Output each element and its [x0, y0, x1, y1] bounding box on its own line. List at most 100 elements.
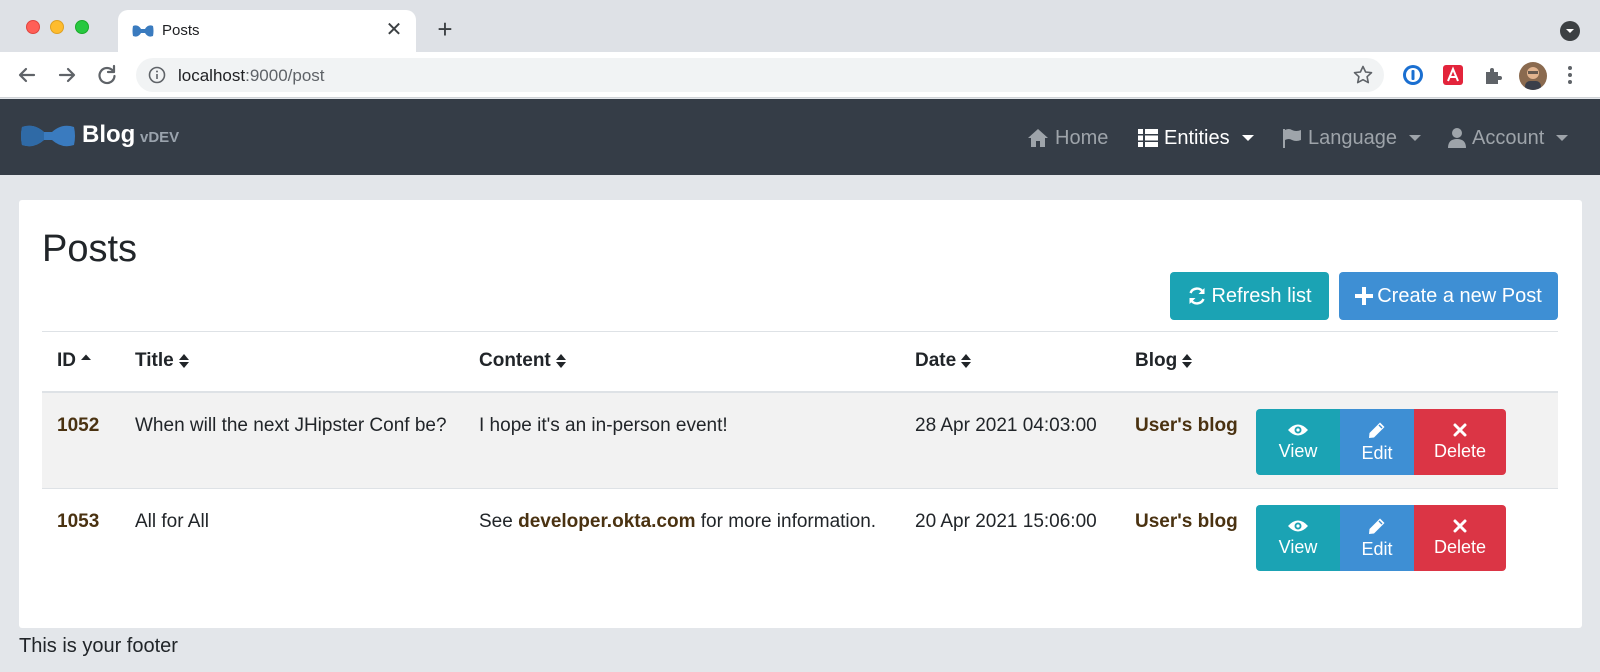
eye-icon [1288, 520, 1308, 532]
row-actions: View Edit Delete [1256, 408, 1558, 475]
maximize-window-button[interactable] [75, 20, 89, 34]
new-tab-icon[interactable]: + [431, 16, 459, 44]
reload-icon[interactable] [94, 62, 120, 88]
posts-table: ID Title Content Date Blog 1052 When wil… [42, 331, 1558, 586]
post-blog-link[interactable]: User's blog [1135, 415, 1238, 436]
nav-language[interactable]: Language [1282, 125, 1421, 151]
post-id-link[interactable]: 1052 [57, 415, 99, 436]
edit-label: Edit [1361, 442, 1393, 463]
create-post-button[interactable]: Create a new Post [1339, 272, 1558, 320]
post-content-text: I hope it's an in-person event! [479, 414, 728, 436]
column-header-content[interactable]: Content [464, 331, 900, 393]
bowtie-favicon-icon [132, 25, 154, 37]
refresh-list-button[interactable]: Refresh list [1170, 272, 1329, 320]
browser-toolbar: localhost:9000/post [0, 52, 1600, 98]
column-header-label: Content [479, 350, 551, 372]
column-header-title[interactable]: Title [120, 331, 464, 393]
sync-icon [1189, 287, 1206, 305]
app-navbar: Blog vDEV Home Entities Language Account [0, 99, 1600, 175]
tab-search-icon[interactable] [1560, 21, 1580, 41]
sort-icon [555, 354, 566, 369]
nav-account[interactable]: Account [1448, 125, 1569, 151]
post-content-link[interactable]: developer.okta.com [518, 511, 695, 532]
red-extension-icon[interactable] [1442, 64, 1464, 86]
times-icon [1453, 423, 1467, 436]
bookmark-star-icon[interactable] [1352, 64, 1374, 86]
chevron-down-icon [1241, 135, 1254, 141]
column-header-actions [1256, 331, 1558, 393]
tab-title: Posts [162, 22, 200, 39]
url-host: localhost [178, 66, 246, 85]
view-button[interactable]: View [1256, 408, 1340, 475]
bowtie-logo-icon[interactable] [20, 123, 76, 149]
table-row: 1052 When will the next JHipster Conf be… [42, 391, 1558, 489]
eye-icon [1288, 424, 1308, 435]
page-footer: This is your footer [19, 635, 178, 657]
post-content-text: See [479, 511, 519, 532]
view-label: View [1278, 440, 1318, 461]
nav-entities[interactable]: Entities [1138, 125, 1254, 151]
column-header-label: Title [135, 350, 174, 372]
brand-title[interactable]: Blog [82, 121, 135, 149]
posts-card: Posts Refresh list Create a new Post ID … [19, 200, 1582, 628]
post-date: 28 Apr 2021 04:03:00 [915, 414, 1097, 436]
sort-icon [1182, 354, 1193, 369]
sort-up-icon [81, 354, 91, 361]
chevron-down-icon [1408, 135, 1421, 141]
browser-tabstrip: Posts ✕ + [0, 0, 1600, 52]
page-title: Posts [42, 228, 138, 270]
edit-button[interactable]: Edit [1340, 505, 1414, 571]
password-manager-extension-icon[interactable] [1402, 64, 1424, 86]
tab-close-icon[interactable]: ✕ [382, 18, 406, 42]
profile-avatar[interactable] [1519, 62, 1547, 90]
back-arrow-icon[interactable] [14, 62, 40, 88]
post-title: All for All [135, 511, 209, 532]
table-header-row: ID Title Content Date Blog [42, 331, 1558, 393]
post-id-link[interactable]: 1053 [57, 511, 99, 532]
chevron-down-icon [1556, 135, 1569, 141]
delete-label: Delete [1433, 440, 1487, 461]
nav-home-label: Home [1055, 126, 1109, 149]
pencil-icon [1369, 422, 1385, 438]
column-header-label: Blog [1135, 350, 1178, 372]
browser-tab[interactable]: Posts ✕ [118, 10, 416, 52]
url-path: :9000/post [245, 66, 325, 85]
nav-entities-label: Entities [1164, 126, 1230, 149]
site-info-icon[interactable] [148, 66, 166, 84]
address-bar[interactable]: localhost:9000/post [136, 58, 1384, 92]
row-actions: View Edit Delete [1256, 505, 1558, 571]
post-content: I hope it's an in-person event! [479, 415, 728, 436]
url-text: localhost:9000/post [178, 66, 325, 86]
sort-icon [178, 354, 189, 369]
create-post-label: Create a new Post [1377, 284, 1542, 307]
column-header-date[interactable]: Date [900, 331, 1120, 393]
extensions-puzzle-icon[interactable] [1482, 64, 1504, 86]
flag-icon [1283, 129, 1301, 148]
times-icon [1453, 519, 1467, 533]
column-header-id[interactable]: ID [42, 331, 120, 393]
user-icon [1448, 128, 1466, 148]
post-content-text-after: for more information. [695, 511, 877, 532]
minimize-window-button[interactable] [50, 20, 64, 34]
edit-button[interactable]: Edit [1340, 408, 1414, 475]
delete-button[interactable]: Delete [1414, 505, 1506, 571]
post-title: When will the next JHipster Conf be? [135, 414, 447, 436]
close-window-button[interactable] [26, 20, 40, 34]
home-icon [1028, 129, 1048, 147]
pencil-icon [1369, 518, 1385, 534]
view-button[interactable]: View [1256, 505, 1340, 571]
delete-button[interactable]: Delete [1414, 408, 1506, 475]
nav-language-label: Language [1308, 126, 1397, 149]
column-header-blog[interactable]: Blog [1120, 331, 1256, 393]
delete-label: Delete [1433, 537, 1487, 557]
brand-version: vDEV [140, 129, 180, 146]
sort-icon [961, 354, 972, 369]
nav-home[interactable]: Home [1027, 125, 1108, 151]
forward-arrow-icon[interactable] [54, 62, 80, 88]
post-content: See developer.okta.com for more informat… [479, 511, 876, 532]
refresh-list-label: Refresh list [1211, 284, 1312, 307]
edit-label: Edit [1361, 539, 1393, 559]
column-header-label: Date [915, 350, 957, 372]
more-menu-icon[interactable] [1565, 64, 1575, 86]
post-blog-link[interactable]: User's blog [1135, 511, 1238, 532]
